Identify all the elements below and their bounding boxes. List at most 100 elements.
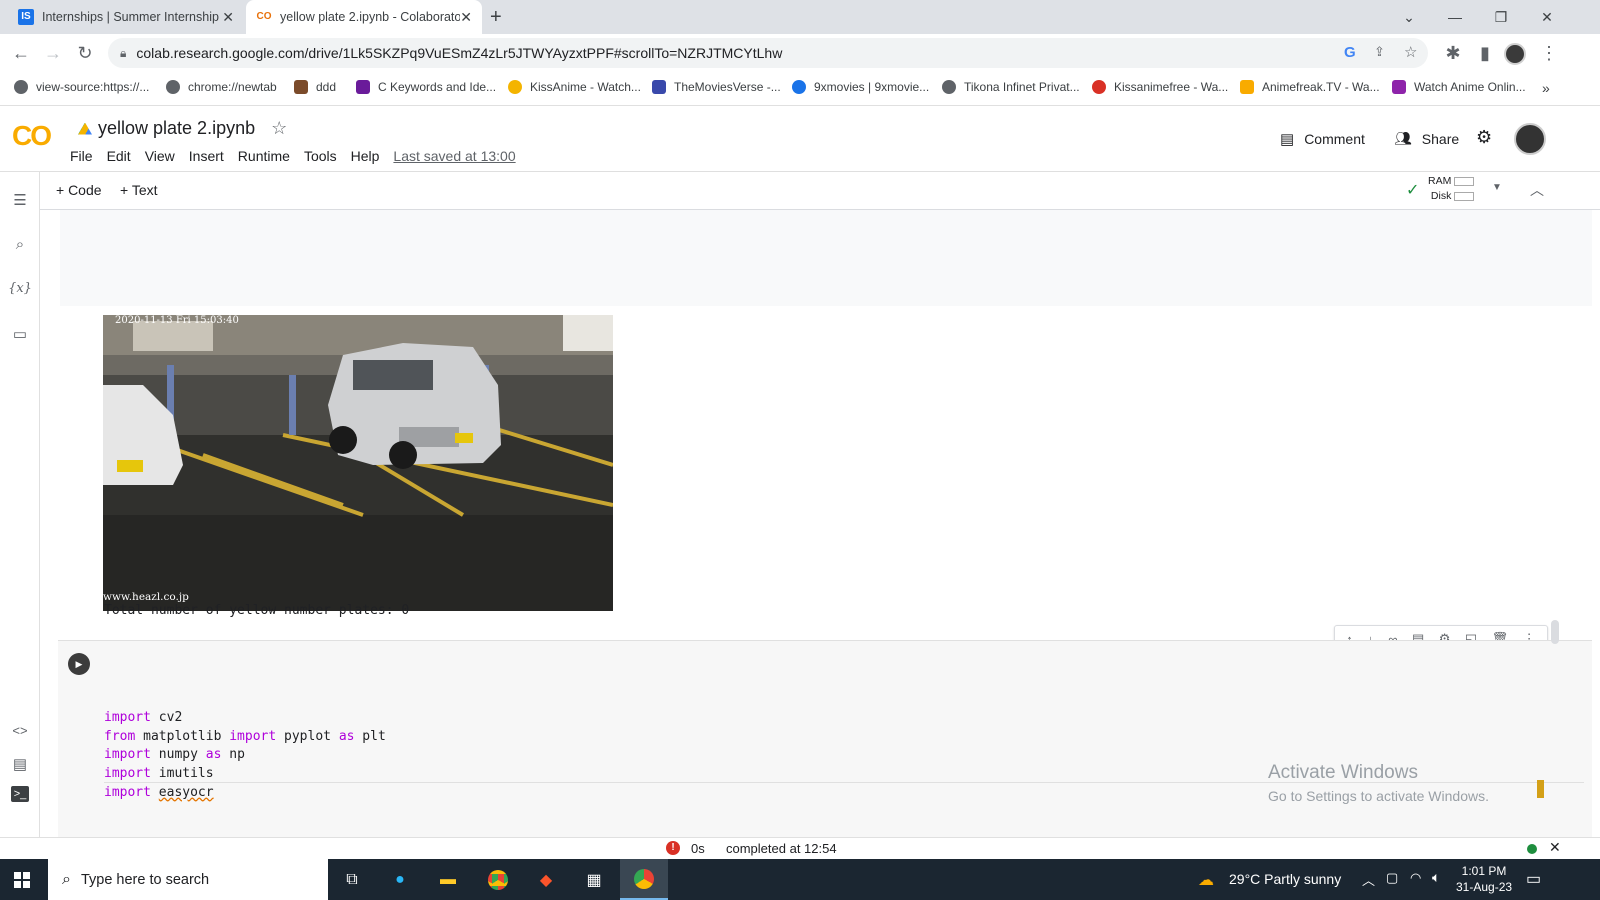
address-bar[interactable]: 🔒︎ colab.research.google.com/drive/1Lk5S… <box>108 38 1428 68</box>
clock-date: 31-Aug-23 <box>1456 880 1513 894</box>
completed-status[interactable]: completed at 12:54 <box>726 841 837 856</box>
wifi-icon[interactable]: ◠ <box>1410 870 1421 886</box>
globe-icon <box>166 80 180 94</box>
menu-runtime[interactable]: Runtime <box>238 148 290 164</box>
variables-icon[interactable]: {x} <box>8 276 32 300</box>
bookmark-item[interactable]: chrome://newtab <box>166 80 277 94</box>
left-sidebar: ☰ ⌕ {x} ▭ <> ▤ >_ <box>0 172 40 837</box>
table-of-contents-icon[interactable]: ☰ <box>8 188 32 212</box>
close-tab-icon[interactable]: ✕ <box>222 9 234 26</box>
code-line: from matplotlib import pyplot as plt <box>104 728 386 744</box>
collapse-header-icon[interactable]: ︿ <box>1530 180 1544 200</box>
menu-view[interactable]: View <box>145 148 175 164</box>
close-status-icon[interactable]: ✕ <box>1549 839 1561 856</box>
bookmark-item[interactable]: Tikona Infinet Privat... <box>942 80 1080 94</box>
resource-dropdown-icon[interactable]: ▼ <box>1492 182 1502 193</box>
error-icon[interactable]: ! <box>666 841 680 855</box>
tab-colab[interactable]: CO yellow plate 2.ipynb - Colaborato ✕ <box>246 0 482 34</box>
taskbar-search-box[interactable]: ⌕ Type here to search <box>48 859 328 900</box>
command-palette-icon[interactable]: ▤ <box>8 752 32 776</box>
code-line: import numpy as np <box>104 747 245 763</box>
resource-indicator[interactable]: RAM Disk <box>1428 174 1475 204</box>
weather-text[interactable]: 29°C Partly sunny <box>1229 871 1341 887</box>
menu-tools[interactable]: Tools <box>304 148 337 164</box>
bookmark-item[interactable]: ddd <box>294 80 336 94</box>
meet-now-icon[interactable]: ▢ <box>1386 870 1398 886</box>
chrome-active-icon[interactable] <box>620 859 668 900</box>
forward-icon[interactable]: → <box>40 40 66 66</box>
bookmark-item[interactable]: TheMoviesVerse -... <box>652 80 781 94</box>
windows-start-icon[interactable] <box>8 866 36 894</box>
restore-icon[interactable]: ❐ <box>1478 0 1524 34</box>
bookmark-item[interactable]: Watch Anime Onlin... <box>1392 80 1526 94</box>
profile-avatar[interactable] <box>1504 43 1526 65</box>
image-watermark: www.heazl.co.jp <box>103 591 189 603</box>
last-saved-link[interactable]: Last saved at 13:00 <box>393 148 515 164</box>
kissanime-icon <box>508 80 522 94</box>
comment-icon: ▤ <box>1280 131 1295 148</box>
microsoft-store-icon[interactable]: ▦ <box>580 866 608 894</box>
search-icon[interactable]: ⌕ <box>8 232 32 256</box>
run-cell-button[interactable]: ▶ <box>68 653 90 675</box>
side-panel-icon[interactable]: ▮ <box>1472 40 1498 66</box>
settings-gear-icon[interactable]: ⚙ <box>1476 127 1492 148</box>
menu-bar: File Edit View Insert Runtime Tools Help… <box>70 148 530 164</box>
internshala-favicon-icon: IS <box>18 9 34 25</box>
bookmark-item[interactable]: KissAnime - Watch... <box>508 80 641 94</box>
activate-windows-watermark: Activate Windows Go to Settings to activ… <box>1268 762 1489 804</box>
close-tab-icon[interactable]: ✕ <box>460 9 472 26</box>
bookmark-item[interactable]: 9xmovies | 9xmovie... <box>792 80 929 94</box>
close-window-icon[interactable]: ✕ <box>1524 0 1570 34</box>
parking-lot-image-graphic <box>103 315 613 611</box>
animefreak-icon <box>1240 80 1254 94</box>
bookmark-star-icon[interactable]: ☆ <box>1404 43 1417 61</box>
bookmark-item[interactable]: C Keywords and Ide... <box>356 80 496 94</box>
menu-insert[interactable]: Insert <box>189 148 224 164</box>
bookmark-item[interactable]: Kissanimefree - Wa... <box>1092 80 1228 94</box>
share-page-icon[interactable]: ⇪ <box>1374 44 1385 60</box>
share-button[interactable]: 👥︎ Share <box>1394 130 1459 147</box>
edge-icon[interactable]: ● <box>386 866 414 894</box>
notebook-title[interactable]: yellow plate 2.ipynb <box>98 118 255 139</box>
code-editor[interactable]: import cv2 from matplotlib import pyplot … <box>104 709 386 803</box>
weather-icon[interactable]: ☁ <box>1198 870 1214 890</box>
back-icon[interactable]: ← <box>8 40 34 66</box>
tray-chevron-icon[interactable]: ︿ <box>1362 870 1375 889</box>
add-text-button[interactable]: + Text <box>120 182 158 198</box>
account-avatar[interactable] <box>1514 123 1546 155</box>
star-icon[interactable]: ☆ <box>271 118 287 139</box>
bookmark-item[interactable]: Animefreak.TV - Wa... <box>1240 80 1380 94</box>
colab-logo[interactable]: CO <box>12 120 52 152</box>
bookmark-item[interactable]: view-source:https://... <box>14 80 149 94</box>
menu-file[interactable]: File <box>70 148 93 164</box>
bookmarks-bar: view-source:https://... chrome://newtab … <box>0 72 1600 106</box>
parking-lot-output-image: 2020-11-13 Fri 15:03:40 www.heazl.co.jp <box>103 315 613 611</box>
new-tab-button[interactable]: + <box>490 6 502 29</box>
tab-title: Internships | Summer Internship 2 <box>42 10 222 24</box>
tab-internships[interactable]: IS Internships | Summer Internship 2 ✕ <box>8 0 244 34</box>
extensions-icon[interactable]: ✱ <box>1440 40 1466 66</box>
code-snippets-icon[interactable]: <> <box>8 718 32 742</box>
comment-button[interactable]: ▤ Comment <box>1280 130 1365 148</box>
notebook-toolbar: + Code + Text ✓ RAM Disk ▼ ︿ <box>40 172 1600 210</box>
add-code-button[interactable]: + Code <box>56 182 102 198</box>
chrome-icon[interactable] <box>484 866 512 894</box>
task-view-icon[interactable]: ⧉ <box>338 866 366 894</box>
file-explorer-icon[interactable]: ▬ <box>434 866 462 894</box>
chrome-menu-icon[interactable]: ⋮ <box>1536 40 1562 66</box>
code-cell[interactable]: ▶ import cv2 from matplotlib import pyplo… <box>58 640 1592 837</box>
menu-help[interactable]: Help <box>351 148 380 164</box>
menu-edit[interactable]: Edit <box>107 148 131 164</box>
more-bookmarks-icon[interactable]: » <box>1542 80 1550 96</box>
scrollbar-thumb[interactable] <box>1551 620 1559 644</box>
terminal-icon[interactable]: >_ <box>11 786 29 802</box>
taskbar-clock[interactable]: 1:01 PM 31-Aug-23 <box>1456 863 1512 895</box>
brave-icon[interactable]: ◆ <box>532 866 560 894</box>
google-lens-icon[interactable]: G <box>1344 44 1356 61</box>
notification-icon[interactable]: ▭ <box>1526 869 1541 889</box>
minimize-icon[interactable]: — <box>1432 0 1478 34</box>
tab-search-icon[interactable]: ⌄ <box>1386 0 1432 34</box>
volume-icon[interactable]: 🔈︎ <box>1432 869 1440 886</box>
reload-icon[interactable]: ↻ <box>72 40 98 66</box>
files-folder-icon[interactable]: ▭ <box>8 322 32 346</box>
